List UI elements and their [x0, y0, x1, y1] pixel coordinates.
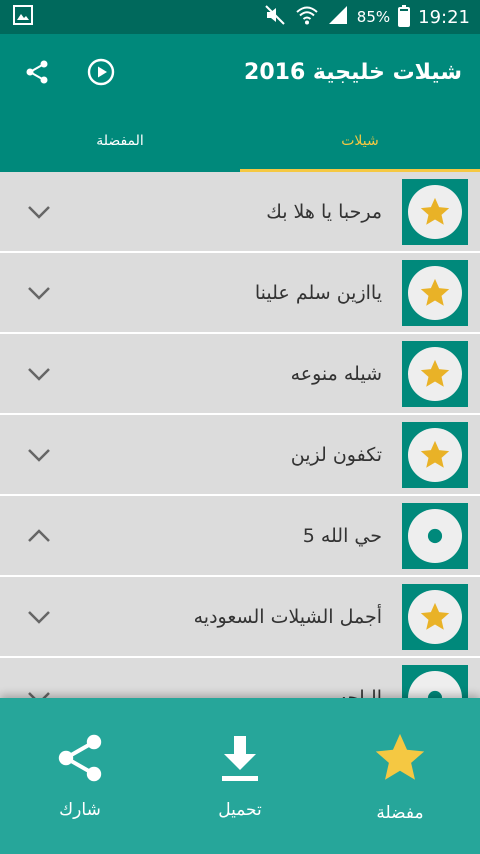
battery-percent: 85% — [356, 8, 391, 26]
list-item[interactable]: مرحبا يا هلا بك — [0, 172, 480, 253]
item-title: أجمل الشيلات السعوديه — [193, 605, 382, 628]
favorite-button[interactable]: مفضلة — [330, 729, 470, 823]
star-icon — [420, 602, 450, 630]
wifi-icon — [295, 3, 319, 31]
download-icon — [222, 736, 258, 781]
item-title: شيله منوعه — [290, 362, 382, 385]
list-item[interactable]: أجمل الشيلات السعوديه — [0, 577, 480, 658]
list-item[interactable]: حي الله 5 — [0, 496, 480, 577]
item-title: ياازين سلم علينا — [254, 281, 382, 304]
tab-favorites[interactable]: المفضلة — [0, 110, 240, 172]
share-button[interactable]: شارك — [10, 732, 150, 820]
dot-icon — [427, 528, 443, 543]
item-title: مرحبا يا هلا بك — [266, 200, 382, 223]
star-icon — [375, 733, 425, 780]
chevron-down-icon[interactable] — [24, 278, 54, 308]
share-icon[interactable] — [22, 57, 52, 87]
list-item[interactable]: الباحه — [0, 658, 480, 698]
tab-bar: المفضلة شيلات — [0, 110, 480, 172]
dot-icon — [427, 690, 443, 698]
star-icon — [420, 440, 450, 468]
list-item[interactable]: ياازين سلم علينا — [0, 253, 480, 334]
item-thumbnail — [402, 583, 468, 650]
chevron-down-icon[interactable] — [24, 440, 54, 470]
star-icon — [420, 359, 450, 387]
star-icon — [420, 197, 450, 225]
chevron-down-icon[interactable] — [24, 197, 54, 227]
item-thumbnail — [402, 178, 468, 245]
star-icon — [420, 278, 450, 306]
app-toolbar: شيلات خليجية 2016 — [0, 34, 480, 110]
chevron-down-icon[interactable] — [24, 683, 54, 699]
signal-icon — [327, 4, 349, 30]
item-thumbnail — [402, 421, 468, 488]
chevron-up-icon[interactable] — [24, 521, 54, 551]
toolbar-actions — [22, 57, 116, 87]
status-bar: 85% 19:21 — [0, 0, 480, 34]
play-circle-icon[interactable] — [86, 57, 116, 87]
item-thumbnail — [402, 259, 468, 326]
item-thumbnail — [402, 502, 468, 569]
share-label: شارك — [59, 800, 101, 820]
chevron-down-icon[interactable] — [24, 602, 54, 632]
favorite-label: مفضلة — [376, 803, 424, 823]
battery-icon — [398, 5, 411, 27]
tab-shailat[interactable]: شيلات — [240, 110, 480, 172]
list-item[interactable]: تكفون لزين — [0, 415, 480, 496]
app-title: شيلات خليجية 2016 — [244, 59, 462, 85]
list-item[interactable]: شيله منوعه — [0, 334, 480, 415]
item-title: الباحه — [337, 686, 382, 699]
item-thumbnail — [402, 664, 468, 698]
item-title: تكفون لزين — [290, 443, 382, 466]
download-label: تحميل — [218, 800, 262, 820]
item-title: حي الله 5 — [302, 524, 382, 547]
bottom-action-bar: شارك تحميل مفضلة — [0, 698, 480, 854]
songs-list: مرحبا يا هلا بك ياازين سلم علينا شيله من… — [0, 172, 480, 698]
image-icon — [12, 4, 34, 30]
item-thumbnail — [402, 340, 468, 407]
mute-icon — [263, 3, 287, 31]
share-icon — [58, 734, 102, 782]
download-button[interactable]: تحميل — [170, 732, 310, 820]
chevron-down-icon[interactable] — [24, 359, 54, 389]
status-time: 19:21 — [418, 6, 470, 28]
